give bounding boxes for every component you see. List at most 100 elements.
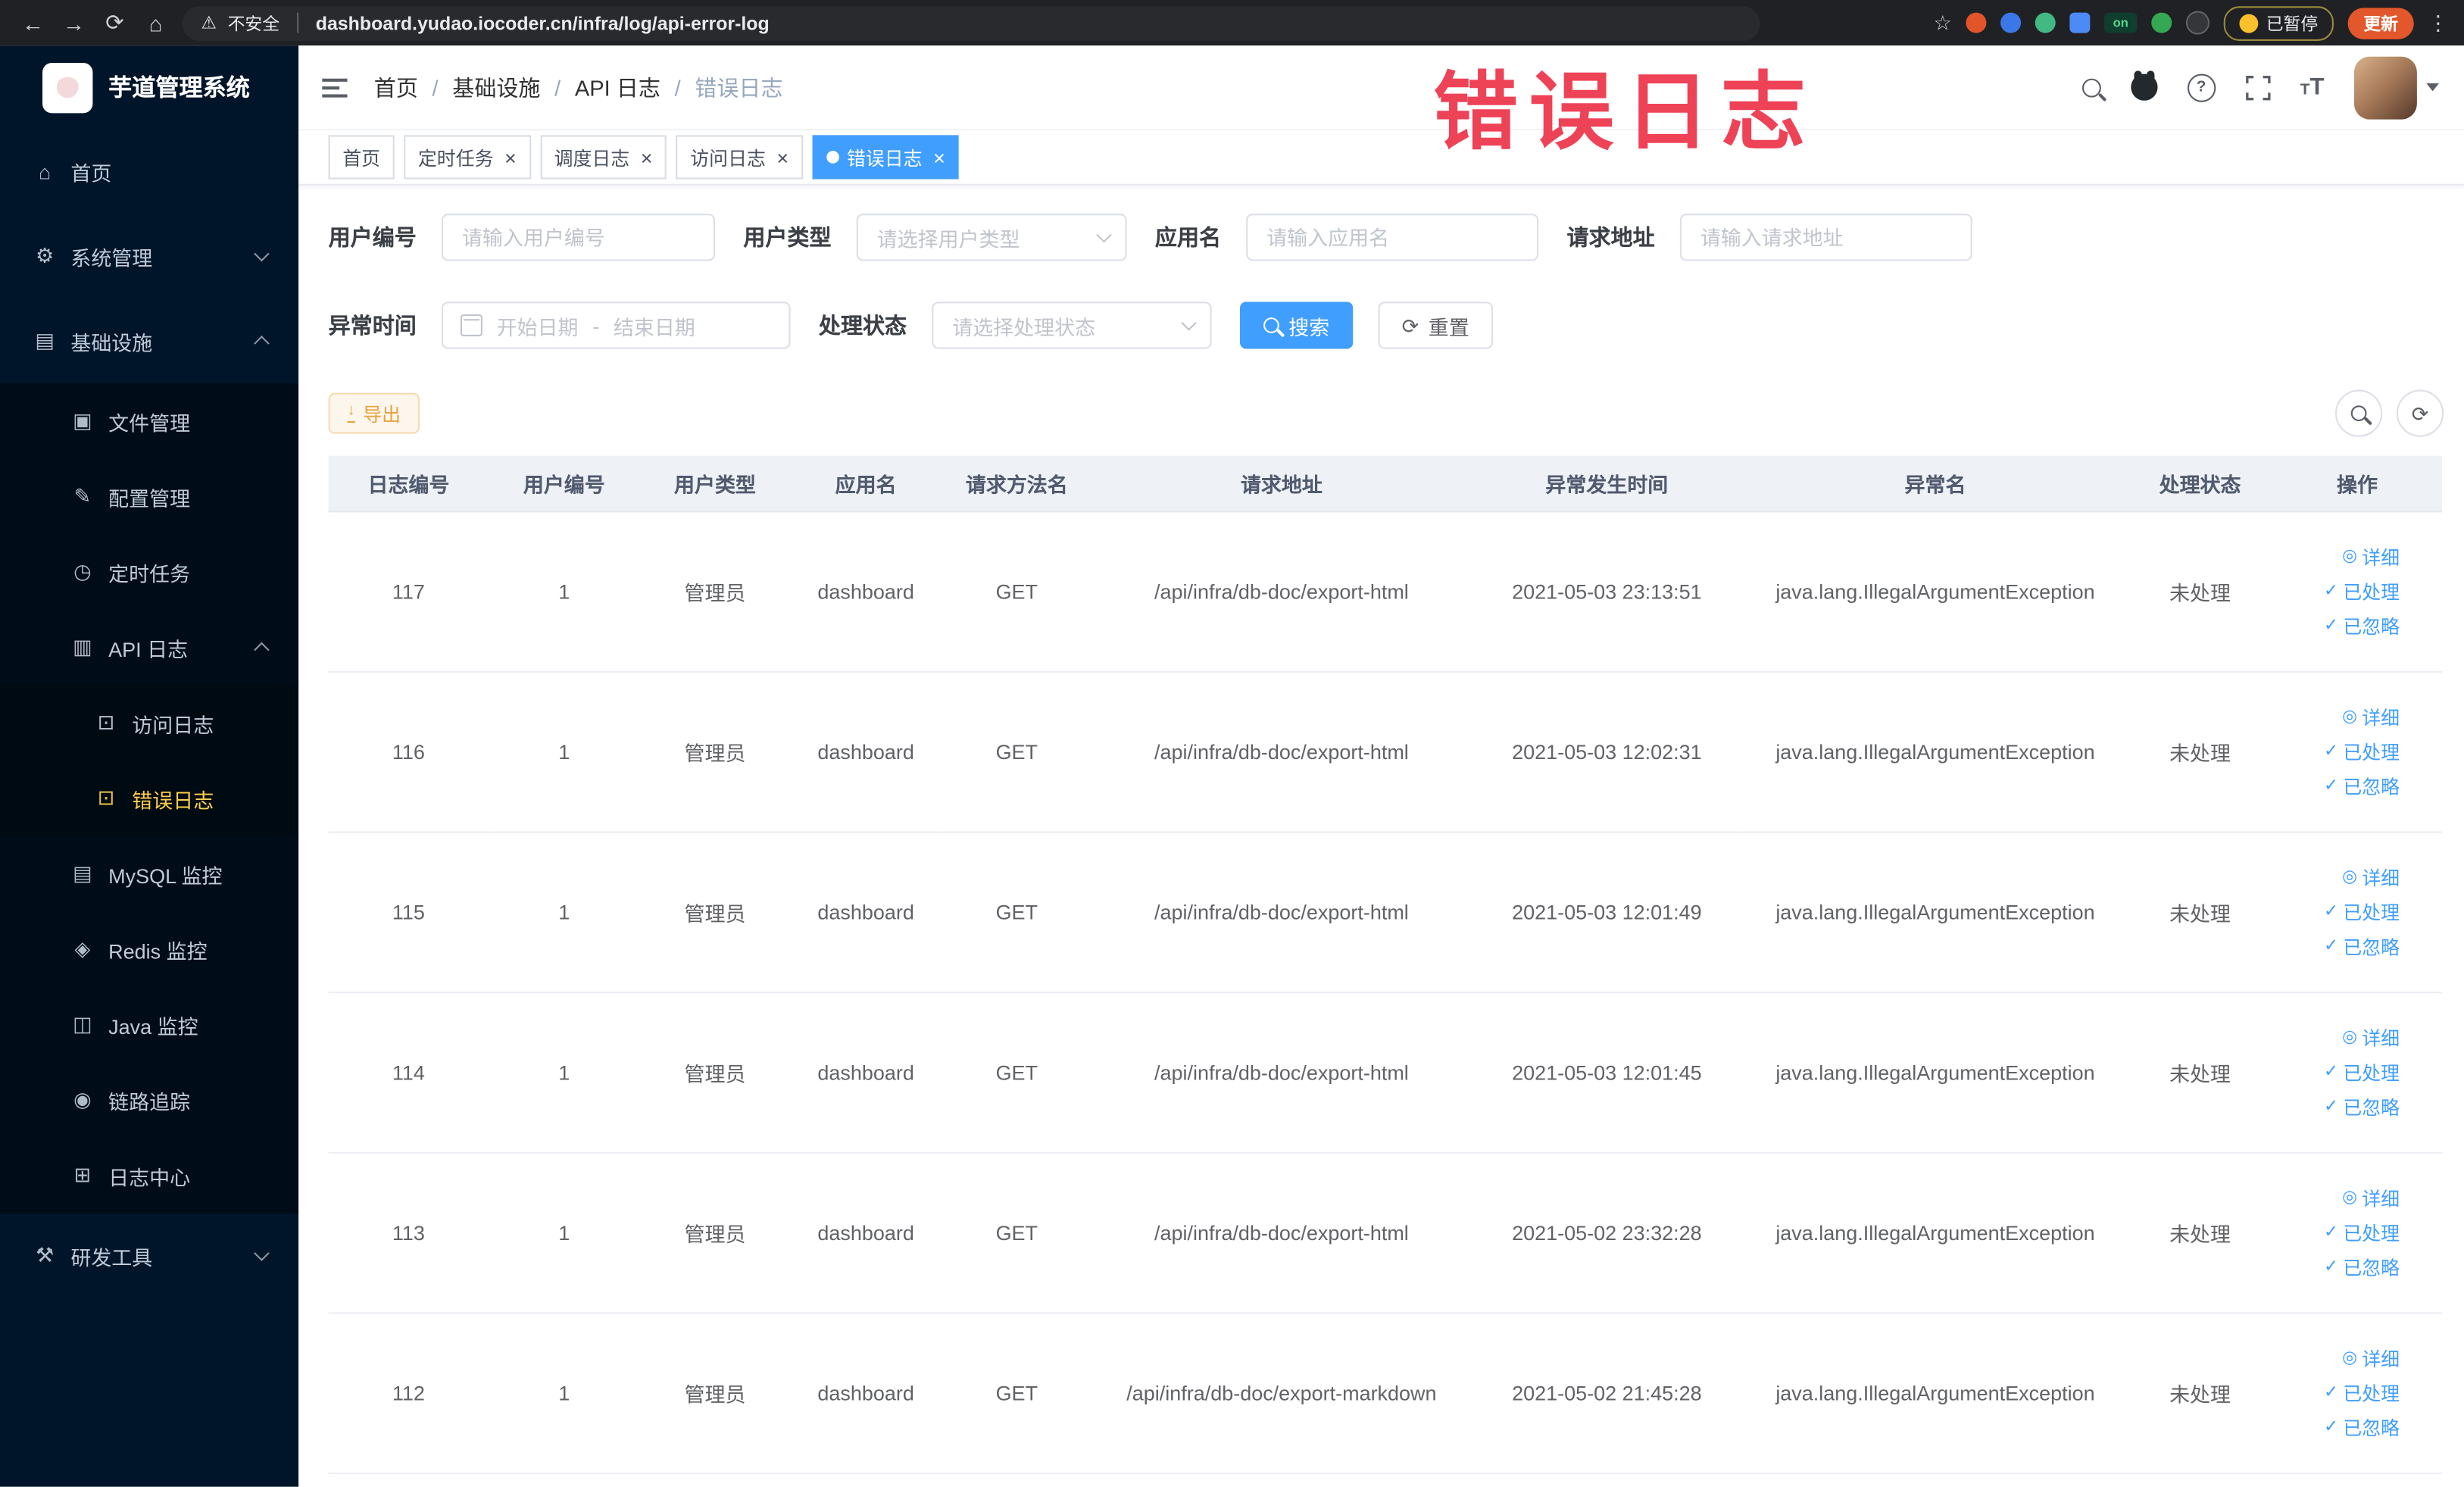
user-type-select[interactable]: 请选择用户类型 bbox=[856, 214, 1127, 261]
detail-link[interactable]: ◎ 详细 bbox=[2342, 1185, 2400, 1211]
mark-processed-link[interactable]: ✓ 已处理 bbox=[2324, 1220, 2400, 1246]
export-button[interactable]: ↓ 导出 bbox=[328, 392, 420, 434]
tab-access-log[interactable]: 访问日志 × bbox=[676, 135, 803, 180]
bookmark-star-icon[interactable]: ☆ bbox=[1934, 10, 1952, 35]
sidebar-item-access-log[interactable]: ⊡ 访问日志 bbox=[0, 685, 299, 761]
help-icon[interactable]: ? bbox=[2187, 73, 2216, 102]
table-cell: java.lang.IllegalArgumentException bbox=[1742, 1152, 2128, 1314]
refresh-table-button[interactable]: ⟳ bbox=[2396, 389, 2444, 437]
sidebar-item-scheduled-tasks[interactable]: ◷ 定时任务 bbox=[0, 534, 299, 610]
sidebar-item-label: 日志中心 bbox=[108, 1165, 191, 1189]
tab-home[interactable]: 首页 bbox=[328, 135, 395, 180]
mark-processed-link[interactable]: ✓ 已处理 bbox=[2324, 1059, 2400, 1086]
extension-icon[interactable] bbox=[1966, 12, 1987, 33]
column-header: 操作 bbox=[2272, 455, 2443, 513]
table-cell: 2021-05-02 21:45:28 bbox=[1470, 1313, 1743, 1475]
table-cell: 115 bbox=[328, 832, 489, 994]
app-name-input[interactable] bbox=[1246, 214, 1539, 261]
user-menu[interactable] bbox=[2353, 55, 2439, 119]
browser-home-icon[interactable]: ⌂ bbox=[135, 10, 176, 35]
extension-icon[interactable] bbox=[2069, 12, 2091, 33]
clock-icon: ◷ bbox=[73, 559, 92, 583]
detail-link[interactable]: ◎ 详细 bbox=[2342, 704, 2400, 730]
app-name-label: 应用名 bbox=[1154, 224, 1222, 250]
sidebar-item-config-management[interactable]: ✎ 配置管理 bbox=[0, 458, 299, 535]
sidebar-item-redis-monitor[interactable]: ◈ Redis 监控 bbox=[0, 911, 299, 987]
mark-ignored-link[interactable]: ✓ 已忽略 bbox=[2324, 613, 2400, 639]
sidebar-item-mysql-monitor[interactable]: ▤ MySQL 监控 bbox=[0, 836, 299, 912]
sidebar-item-home[interactable]: ⌂ 首页 bbox=[0, 129, 298, 214]
extension-on-badge[interactable]: on bbox=[2104, 12, 2138, 33]
github-icon[interactable] bbox=[2130, 70, 2157, 101]
breadcrumb-item[interactable]: 基础设施 bbox=[452, 71, 540, 102]
hamburger-icon[interactable] bbox=[322, 77, 348, 97]
mark-ignored-link[interactable]: ✓ 已忽略 bbox=[2324, 1094, 2400, 1120]
process-status-select[interactable]: 请选择处理状态 bbox=[932, 301, 1212, 349]
close-tab-icon[interactable]: × bbox=[776, 147, 789, 167]
tab-error-log[interactable]: 错误日志 × bbox=[812, 135, 960, 180]
mark-ignored-link[interactable]: ✓ 已忽略 bbox=[2324, 773, 2400, 800]
request-url-input[interactable] bbox=[1679, 214, 1972, 261]
forward-icon[interactable]: → bbox=[54, 10, 95, 35]
tab-timed-task[interactable]: 定时任务 × bbox=[404, 135, 531, 180]
detail-link[interactable]: ◎ 详细 bbox=[2342, 864, 2400, 891]
sidebar-item-label: 文件管理 bbox=[108, 411, 191, 435]
sidebar-item-infrastructure[interactable]: ▤ 基础设施 bbox=[0, 298, 298, 383]
sidebar-item-api-log[interactable]: ▥ API 日志 bbox=[0, 609, 299, 686]
mysql-icon: ▤ bbox=[73, 861, 92, 886]
extension-icon[interactable] bbox=[2185, 11, 2210, 35]
check-icon: ✓ bbox=[2323, 1062, 2339, 1082]
search-icon[interactable] bbox=[2081, 77, 2101, 97]
browser-nav-buttons: ← → ⟳ ⌂ bbox=[0, 9, 183, 36]
check-icon: ✓ bbox=[2323, 1417, 2339, 1437]
breadcrumb-item[interactable]: 首页 bbox=[374, 71, 418, 102]
extension-icon[interactable] bbox=[2000, 12, 2022, 33]
back-icon[interactable]: ← bbox=[13, 10, 54, 35]
sidebar-item-dev-tools[interactable]: ⚒ 研发工具 bbox=[0, 1214, 298, 1298]
mark-processed-link[interactable]: ✓ 已处理 bbox=[2324, 1380, 2400, 1407]
update-button[interactable]: 更新 bbox=[2347, 7, 2414, 39]
cell-value: GET bbox=[995, 1381, 1038, 1405]
extension-icon[interactable] bbox=[2151, 12, 2172, 33]
paused-badge[interactable]: 已暂停 bbox=[2223, 5, 2334, 40]
browser-menu-icon[interactable]: ⋮ bbox=[2428, 10, 2448, 35]
breadcrumb-item[interactable]: API 日志 bbox=[575, 71, 661, 102]
mark-ignored-link[interactable]: ✓ 已忽略 bbox=[2324, 1254, 2400, 1281]
date-range-picker[interactable]: 开始日期 - 结束日期 bbox=[441, 301, 791, 349]
reset-button[interactable]: ⟳ 重置 bbox=[1378, 301, 1493, 349]
mark-processed-link[interactable]: ✓ 已处理 bbox=[2324, 899, 2400, 926]
user-id-input[interactable] bbox=[441, 214, 715, 261]
reload-icon[interactable]: ⟳ bbox=[94, 9, 135, 36]
chevron-down-icon bbox=[254, 1245, 270, 1261]
detail-link[interactable]: ◎ 详细 bbox=[2342, 544, 2400, 570]
sidebar-item-system-admin[interactable]: ⚙ 系统管理 bbox=[0, 214, 298, 298]
close-tab-icon[interactable]: × bbox=[933, 147, 945, 167]
mark-processed-link[interactable]: ✓ 已处理 bbox=[2324, 578, 2400, 604]
table-cell: 2021-05-03 12:01:45 bbox=[1470, 992, 1743, 1154]
detail-link[interactable]: ◎ 详细 bbox=[2342, 1345, 2400, 1372]
sidebar-item-trace[interactable]: ◉ 链路追踪 bbox=[0, 1062, 299, 1139]
close-tab-icon[interactable]: × bbox=[641, 147, 653, 167]
font-size-icon[interactable]: TT bbox=[2300, 76, 2325, 99]
sidebar-item-error-log[interactable]: ⊡ 错误日志 bbox=[0, 761, 299, 836]
user-avatar[interactable] bbox=[2353, 55, 2417, 119]
action-label: 已忽略 bbox=[2343, 616, 2400, 639]
search-button[interactable]: 搜索 bbox=[1239, 301, 1354, 349]
close-tab-icon[interactable]: × bbox=[504, 147, 517, 167]
mark-processed-link[interactable]: ✓ 已处理 bbox=[2324, 739, 2400, 765]
sidebar-item-java-monitor[interactable]: ◫ Java 监控 bbox=[0, 986, 299, 1063]
sidebar-item-file-management[interactable]: ▣ 文件管理 bbox=[0, 383, 299, 459]
mark-ignored-link[interactable]: ✓ 已忽略 bbox=[2324, 933, 2400, 960]
tab-schedule-log[interactable]: 调度日志 × bbox=[539, 135, 667, 180]
tools-icon: ⚒ bbox=[36, 1243, 55, 1267]
address-bar[interactable]: ⚠ 不安全 dashboard.yudao.iocoder.cn/infra/l… bbox=[182, 5, 1760, 40]
view-icon: ◎ bbox=[2342, 1348, 2358, 1367]
toggle-search-button[interactable] bbox=[2335, 389, 2383, 437]
fullscreen-icon[interactable] bbox=[2245, 74, 2270, 100]
column-header: 异常发生时间 bbox=[1470, 455, 1743, 513]
sidebar-item-log-center[interactable]: ⊞ 日志中心 bbox=[0, 1138, 299, 1214]
mark-ignored-link[interactable]: ✓ 已忽略 bbox=[2324, 1414, 2400, 1441]
extension-icon[interactable] bbox=[2035, 12, 2056, 33]
table-cell: 117 bbox=[328, 511, 489, 673]
detail-link[interactable]: ◎ 详细 bbox=[2342, 1025, 2400, 1051]
